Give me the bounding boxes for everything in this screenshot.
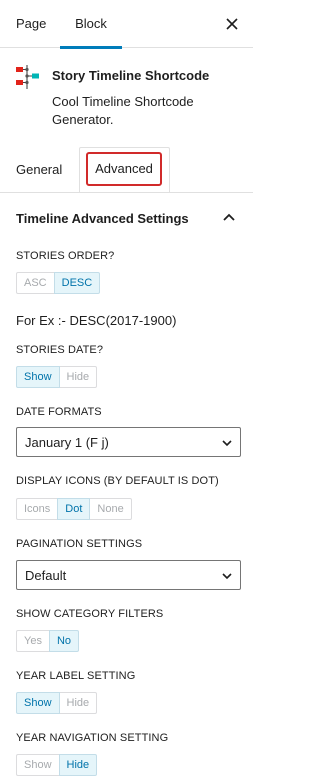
stories-order-group: ASC DESC [16, 272, 101, 294]
date-formats-value: January 1 (F j) [25, 435, 109, 450]
close-icon[interactable] [221, 13, 243, 35]
advanced-settings-panel: Timeline Advanced Settings STORIES ORDER… [0, 192, 253, 782]
date-formats-select[interactable]: January 1 (F j) [16, 427, 241, 457]
year-navigation-label: YEAR NAVIGATION SETTING [16, 732, 169, 744]
block-title: Story Timeline Shortcode [52, 68, 210, 83]
display-icons-label: DISPLAY ICONS (BY DEFAULT IS DOT) [16, 475, 219, 487]
tab-advanced-container: Advanced [79, 147, 170, 193]
year-label-show[interactable]: Show [16, 692, 60, 714]
year-navigation-group: Show Hide [16, 754, 98, 776]
settings-tabs: General Advanced [0, 144, 253, 193]
chevron-down-icon [222, 440, 232, 447]
year-label-hide[interactable]: Hide [58, 692, 98, 714]
tab-block[interactable]: Block [60, 0, 122, 49]
tab-advanced[interactable]: Advanced [86, 152, 162, 186]
display-icons-dot[interactable]: Dot [57, 498, 91, 520]
category-filters-group: Yes No [16, 630, 80, 652]
stories-order-label: STORIES ORDER? [16, 250, 115, 262]
display-icons-none[interactable]: None [89, 498, 132, 520]
stories-date-hide[interactable]: Hide [58, 366, 98, 388]
category-filters-label: SHOW CATEGORY FILTERS [16, 608, 164, 620]
chevron-down-icon [222, 573, 232, 580]
year-navigation-hide[interactable]: Hide [58, 754, 98, 776]
tab-general[interactable]: General [16, 162, 62, 177]
category-filters-yes[interactable]: Yes [16, 630, 50, 652]
tab-page[interactable]: Page [16, 0, 46, 48]
category-filters-no[interactable]: No [48, 630, 80, 652]
pagination-label: PAGINATION SETTINGS [16, 538, 143, 550]
date-formats-label: DATE FORMATS [16, 406, 102, 418]
stories-order-asc[interactable]: ASC [16, 272, 55, 294]
stories-date-group: Show Hide [16, 366, 98, 388]
display-icons-group: Icons Dot None [16, 498, 132, 520]
year-label-group: Show Hide [16, 692, 98, 714]
panel-title[interactable]: Timeline Advanced Settings [16, 211, 189, 226]
sidebar-tabs: Page Block [0, 0, 253, 49]
stories-date-label: STORIES DATE? [16, 344, 104, 356]
block-description: Cool Timeline Shortcode Generator. [52, 94, 194, 127]
year-navigation-show[interactable]: Show [16, 754, 60, 776]
block-card: Story Timeline Shortcode Cool Timeline S… [0, 48, 253, 144]
stories-order-note: For Ex :- DESC(2017-1900) [16, 313, 177, 328]
chevron-up-icon[interactable] [220, 209, 238, 227]
stories-order-desc[interactable]: DESC [53, 272, 101, 294]
stories-date-show[interactable]: Show [16, 366, 60, 388]
display-icons-icons[interactable]: Icons [16, 498, 59, 520]
pagination-select[interactable]: Default [16, 560, 241, 590]
year-label-label: YEAR LABEL SETTING [16, 670, 136, 682]
timeline-block-icon [16, 65, 39, 89]
pagination-value: Default [25, 568, 67, 583]
